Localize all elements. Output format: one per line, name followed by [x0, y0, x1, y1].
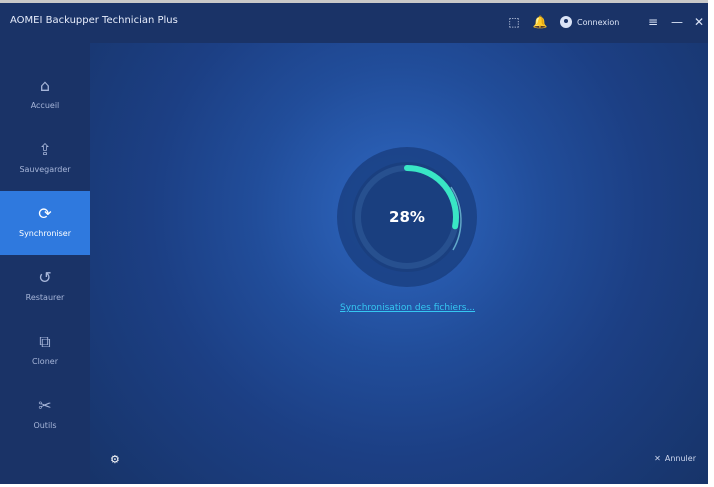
sidebar-item-label: Cloner — [32, 357, 58, 366]
sidebar-item-label: Outils — [33, 421, 57, 430]
titlebar: AOMEI Backupper Technician Plus ⬚ 🔔 Conn… — [0, 3, 708, 43]
sidebar-item-outils[interactable]: ✂ Outils — [0, 383, 90, 447]
restore-icon: ↺ — [38, 268, 52, 287]
sidebar: ⌂ Accueil ⇪ Sauvegarder ⟳ Synchroniser ↺… — [0, 43, 90, 484]
minimize-icon[interactable]: — — [668, 13, 686, 31]
sidebar-item-label: Accueil — [30, 101, 60, 110]
sync-icon: ⟳ — [38, 204, 52, 223]
app-window: AOMEI Backupper Technician Plus ⬚ 🔔 Conn… — [0, 0, 708, 484]
login-label: Connexion — [577, 17, 620, 27]
sidebar-item-label: Restaurer — [25, 293, 65, 302]
sidebar-item-accueil[interactable]: ⌂ Accueil — [0, 63, 90, 127]
sidebar-item-cloner[interactable]: ⧉ Cloner — [0, 319, 90, 383]
upgrade-icon[interactable]: ⬚ — [505, 13, 523, 31]
tools-icon: ✂ — [38, 396, 52, 415]
home-icon: ⌂ — [39, 76, 51, 95]
status-link[interactable]: Synchronisation des fichiers... — [340, 303, 475, 313]
close-icon[interactable]: ✕ — [690, 13, 708, 31]
login-button[interactable]: Connexion — [560, 13, 619, 31]
sidebar-item-restaurer[interactable]: ↺ Restaurer — [0, 255, 90, 319]
bell-icon[interactable]: 🔔 — [531, 13, 549, 31]
sidebar-item-label: Synchroniser — [18, 229, 72, 238]
app-title: AOMEI Backupper Technician Plus — [10, 15, 178, 26]
cancel-label: Annuler — [664, 454, 696, 463]
main-panel: 28% Synchronisation des fichiers... ⚙ ✕ … — [90, 43, 708, 484]
menu-icon[interactable]: ≡ — [644, 13, 662, 31]
sidebar-item-label: Sauvegarder — [19, 165, 71, 174]
gear-icon[interactable]: ⚙ — [110, 453, 120, 466]
sidebar-item-synchroniser[interactable]: ⟳ Synchroniser — [0, 191, 90, 255]
backup-icon: ⇪ — [38, 140, 52, 159]
progress-percentage: 28% — [389, 208, 425, 226]
close-icon: ✕ — [654, 454, 661, 463]
cancel-button[interactable]: ✕ Annuler — [654, 454, 696, 463]
clone-icon: ⧉ — [39, 332, 51, 351]
user-icon — [560, 16, 572, 28]
sidebar-item-sauvegarder[interactable]: ⇪ Sauvegarder — [0, 127, 90, 191]
progress-ring: 28% — [334, 144, 480, 290]
